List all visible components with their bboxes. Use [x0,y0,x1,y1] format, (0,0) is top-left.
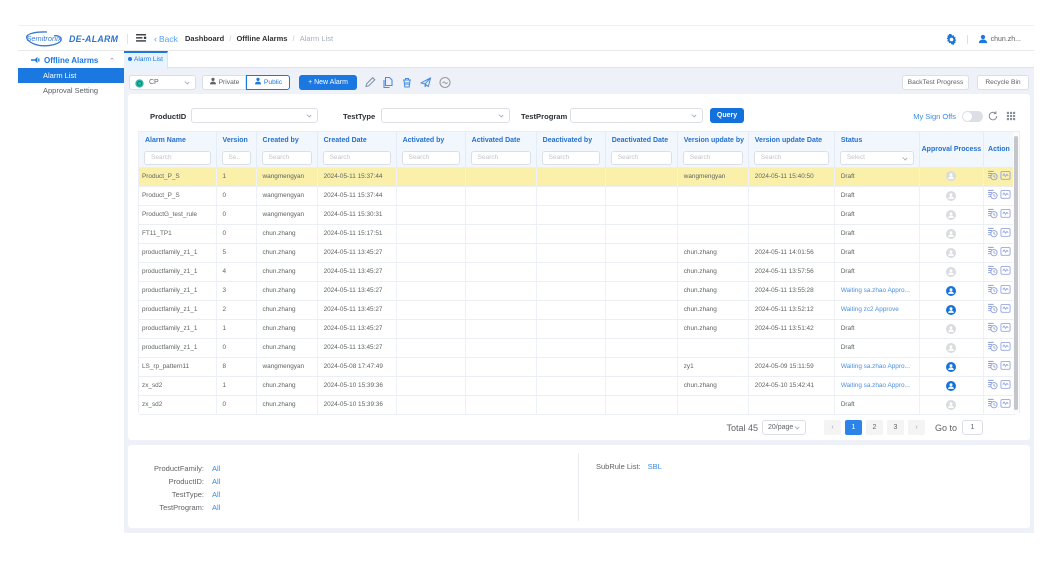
svg-text:Semitronix: Semitronix [27,34,62,43]
svg-text:DE-ALARM: DE-ALARM [69,34,119,44]
